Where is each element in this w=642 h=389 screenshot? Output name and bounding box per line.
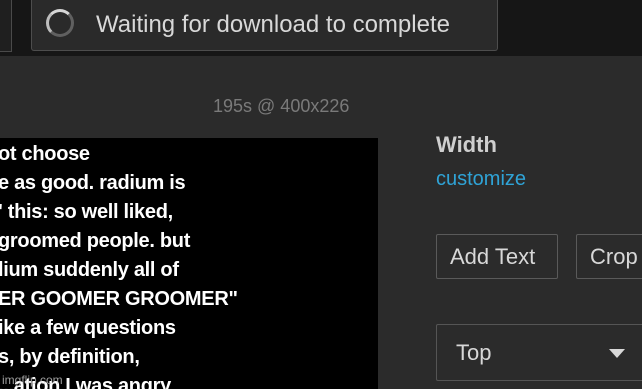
caption-line: groomed people. but (0, 230, 191, 252)
caption-line: ot choose (0, 143, 90, 165)
caption-line: ike a few questions (0, 317, 176, 339)
width-label: Width (436, 132, 497, 157)
customize-link[interactable]: customize (436, 168, 526, 191)
download-status-tab: Waiting for download to complete (31, 0, 498, 51)
loading-spinner-icon (46, 9, 74, 37)
chevron-down-icon (609, 349, 625, 358)
caption-line: e as good. radium is (0, 172, 186, 194)
top-bar: Waiting for download to complete (0, 0, 642, 56)
add-text-button[interactable]: Add Text (436, 234, 558, 279)
caption-line: lium suddenly all of (0, 259, 179, 281)
caption-text: ot choose e as good. radium is ' this: so … (0, 140, 378, 389)
caption-line: s, by definition, (0, 346, 140, 368)
watermark: imgflip.com (2, 373, 63, 387)
video-info: 195s @ 400x226 (213, 96, 350, 116)
download-status-text: Waiting for download to complete (96, 11, 450, 38)
position-select-value: Top (456, 340, 492, 365)
previous-tab[interactable] (0, 0, 12, 52)
position-select[interactable]: Top (436, 324, 642, 381)
caption-line: ' this: so well liked, (0, 201, 173, 223)
crop-button[interactable]: Crop (576, 234, 642, 279)
caption-line: ER GOOMER GROOMER" (0, 288, 238, 310)
